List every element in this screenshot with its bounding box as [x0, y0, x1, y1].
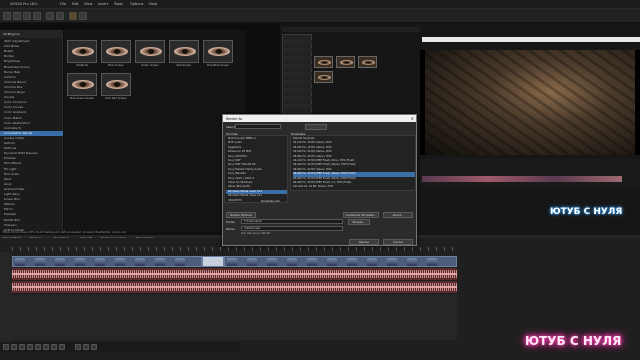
templates-list: Default Template 44,100 Hz, 16 Bit, Stere…	[290, 135, 416, 191]
plugin-tree: All Plug-Ins 360° Adjustment Add Noise Bok…	[0, 30, 63, 237]
preset-label: Pure Green Screen	[69, 97, 95, 100]
title-bar: VEGAS Pro 18.0 File Edit View Insert Too…	[0, 0, 640, 9]
preview-strip	[422, 176, 622, 182]
media-thumbnail[interactable]	[314, 71, 333, 83]
render-as-dialog: Render As ✕ Search Formats MainConcept M…	[222, 114, 417, 246]
new-project-icon[interactable]	[3, 12, 11, 20]
render-options-button[interactable]: Render Options	[226, 212, 256, 218]
preset-label: (Default)	[76, 64, 88, 67]
menu-options[interactable]: Options	[130, 2, 144, 6]
menu-file[interactable]: File	[60, 2, 66, 6]
loop-icon[interactable]	[11, 344, 17, 350]
dialog-title: Render As	[223, 115, 416, 122]
audio-waveform[interactable]	[12, 268, 457, 280]
snapping-icon[interactable]	[69, 12, 77, 20]
edit-tool-icon[interactable]	[79, 12, 87, 20]
about-button[interactable]: About...	[383, 212, 413, 218]
menu-edit[interactable]: Edit	[72, 2, 79, 6]
close-icon[interactable]: ✕	[411, 116, 414, 121]
formats-list: MainConcept MPEG-2 MP3 Audio OggVorbis Pana…	[224, 135, 288, 203]
render-button[interactable]: Render	[349, 239, 379, 245]
pause-icon[interactable]	[35, 344, 41, 350]
eye-icon	[174, 47, 196, 56]
preset-label: Green Screen	[141, 64, 159, 67]
selection-tool-icon[interactable]	[91, 344, 97, 350]
audio-waveform[interactable]	[12, 281, 457, 293]
prev-frame-icon[interactable]	[51, 344, 57, 350]
menu-insert[interactable]: Insert	[98, 2, 108, 6]
eye-icon	[106, 80, 128, 89]
template-item[interactable]: 192,000 Hz, 24 Bit, Stereo, PCM	[293, 185, 415, 189]
plugin-tree-header: All Plug-Ins	[0, 30, 62, 38]
media-thumbnail[interactable]	[314, 56, 333, 68]
track-headers	[0, 252, 12, 342]
play-from-start-icon[interactable]	[19, 344, 25, 350]
preset-thumbnail[interactable]	[135, 40, 165, 63]
preset-thumbnail[interactable]	[203, 40, 233, 63]
folder-field[interactable]: C:\Users\anon	[241, 219, 343, 224]
filter-dropdown[interactable]	[305, 124, 327, 130]
media-toolbar	[282, 27, 420, 32]
media-thumbnail[interactable]	[358, 56, 377, 68]
cancel-button[interactable]: Cancel	[383, 239, 413, 245]
render-icon[interactable]	[33, 12, 41, 20]
eye-icon	[318, 60, 331, 65]
menu-view[interactable]: View	[84, 2, 92, 6]
channel-watermark-big: ЮТУБ С НУЛЯ	[525, 334, 622, 348]
preset-label: Red Screen	[176, 64, 192, 67]
play-icon[interactable]	[27, 344, 33, 350]
preset-label: Pure Blue Screen	[206, 64, 230, 67]
window-title: VEGAS Pro 18.0	[10, 2, 38, 6]
preview-frame	[425, 50, 635, 155]
next-frame-icon[interactable]	[59, 344, 65, 350]
folder-label: Folder:	[226, 220, 236, 224]
preset-thumbnail[interactable]	[169, 40, 199, 63]
timeline-ruler[interactable]	[12, 247, 457, 251]
eye-icon	[208, 47, 230, 56]
template-info-label: Template info	[261, 199, 280, 203]
name-field[interactable]: Untitled.wav	[241, 226, 343, 231]
eye-icon	[318, 75, 331, 80]
main-toolbar	[0, 9, 640, 23]
normal-edit-tool-icon[interactable]	[75, 344, 81, 350]
preset-thumbnail[interactable]	[101, 40, 131, 63]
eye-icon	[72, 80, 94, 89]
search-input[interactable]	[235, 124, 281, 129]
free-space-text: Free disk space: 186 GB	[241, 232, 270, 235]
video-clip[interactable]	[12, 256, 202, 267]
preview-timeline	[420, 158, 640, 186]
channel-watermark-small: ЮТУБ С НУЛЯ	[550, 207, 623, 217]
video-preview[interactable]	[420, 50, 640, 155]
redo-icon[interactable]	[56, 12, 64, 20]
eye-icon	[140, 47, 162, 56]
eye-icon	[106, 47, 128, 56]
open-icon[interactable]	[13, 12, 21, 20]
name-label: Name:	[226, 227, 236, 231]
transport-bar	[0, 342, 240, 352]
stop-icon[interactable]	[43, 344, 49, 350]
preset-gallery: (Default) Blue Screen Green Screen Red Scre…	[64, 30, 246, 235]
undo-icon[interactable]	[46, 12, 54, 20]
menu-tools[interactable]: Tools	[114, 2, 123, 6]
eye-icon	[72, 47, 94, 56]
video-clip-selected[interactable]	[202, 256, 224, 267]
eye-icon	[362, 60, 375, 65]
video-clip[interactable]	[224, 256, 457, 267]
menu-help[interactable]: Help	[149, 2, 157, 6]
record-icon[interactable]	[3, 344, 9, 350]
envelope-tool-icon[interactable]	[83, 344, 89, 350]
preset-thumbnail[interactable]	[67, 73, 97, 96]
empty-track-area	[12, 295, 457, 340]
eye-icon	[340, 60, 353, 65]
browse-button[interactable]: Browse...	[348, 219, 370, 225]
preset-label: Blue Screen	[108, 64, 124, 67]
media-thumbnail[interactable]	[336, 56, 355, 68]
preview-toolbar	[422, 37, 640, 42]
save-icon[interactable]	[23, 12, 31, 20]
preset-label: Pure Red Screen	[105, 97, 127, 100]
preset-thumbnail[interactable]	[101, 73, 131, 96]
preset-thumbnail[interactable]	[67, 40, 97, 63]
customize-template-button[interactable]: Customize Template...	[343, 212, 379, 218]
